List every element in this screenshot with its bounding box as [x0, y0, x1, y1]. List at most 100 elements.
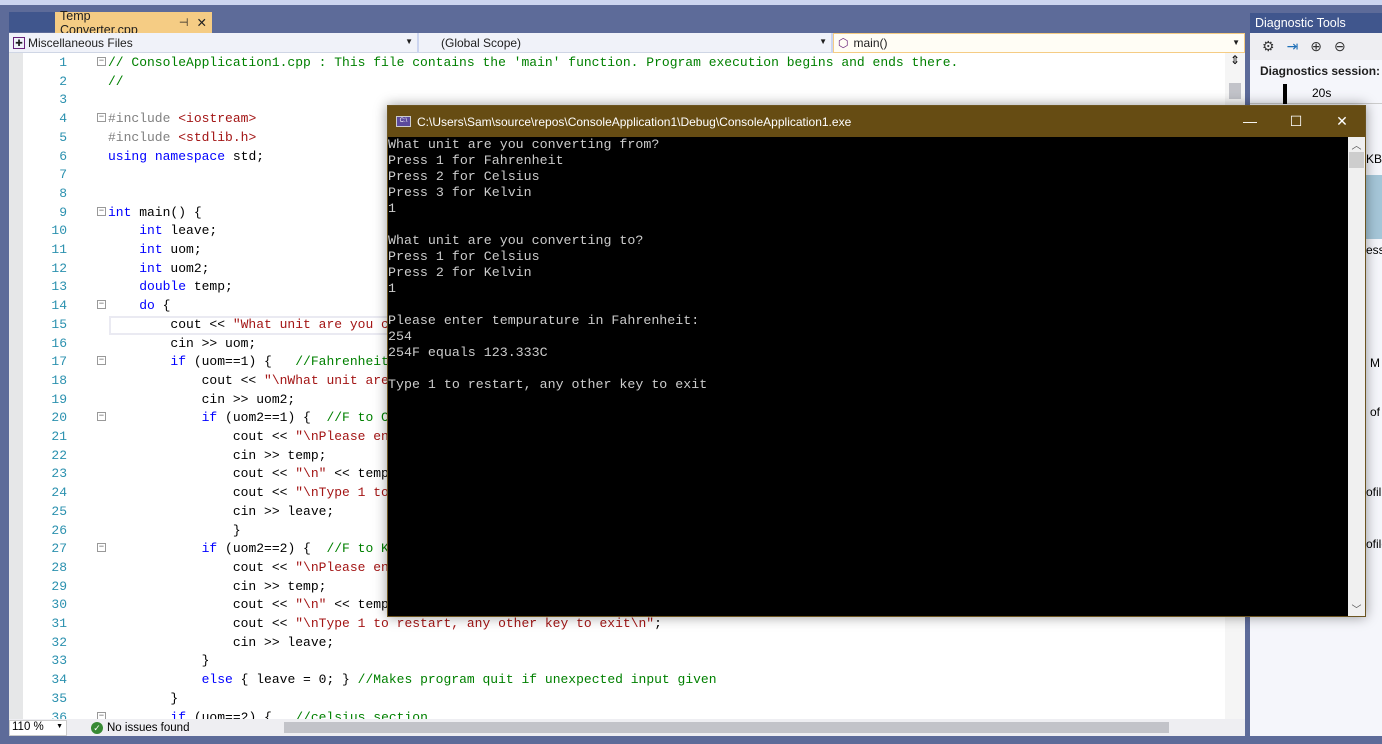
scroll-thumb[interactable] [1229, 83, 1241, 99]
code-text: cout << "\n" << temp [108, 597, 389, 613]
code-text: cout << "\nPlease en [108, 429, 389, 444]
code-text: cin >> leave; [108, 503, 335, 519]
code-line[interactable]: 32 cin >> leave; [9, 633, 1229, 652]
navigation-bar: ✚ Miscellaneous Files ▼ (Global Scope) ▼ ⬡ m… [9, 33, 1245, 53]
line-number: 12 [51, 260, 67, 276]
chevron-up-icon[interactable]: ︿ [1348, 137, 1365, 152]
line-number: 17 [51, 354, 67, 370]
code-line[interactable]: 1 −// ConsoleApplication1.cpp : This file… [9, 53, 1229, 72]
code-text: double temp; [139, 279, 233, 295]
issues-status[interactable]: No issues found [107, 722, 189, 734]
line-number: 32 [51, 634, 67, 650]
collapse-icon[interactable]: − [97, 711, 106, 719]
line-number: 28 [51, 559, 67, 575]
zoom-out-icon[interactable]: ⊖ [1334, 38, 1346, 55]
line-number: 1 [59, 55, 67, 70]
profiler-link[interactable]: ofil [1366, 485, 1381, 499]
zoom-dropdown[interactable]: 110 % ▼ [9, 719, 67, 736]
code-text: else { leave = 0; } //Makes program quit… [201, 672, 717, 688]
memory-label: KB) [1366, 152, 1382, 166]
code-text: cin >> uom; [108, 335, 257, 351]
console-output[interactable]: What unit are you converting from? Press… [388, 137, 1350, 616]
code-text: int uom2; [139, 260, 210, 276]
code-text: using namespace std; [108, 148, 265, 164]
collapse-icon[interactable]: − [97, 206, 106, 216]
code-line[interactable]: 33 } [9, 651, 1229, 670]
project-label: Miscellaneous Files [28, 36, 133, 50]
code-text: if (uom2==1) { //F to C [201, 410, 389, 426]
profiler-link[interactable]: ofile [1366, 537, 1382, 551]
chevron-down-icon[interactable]: ﹀ [1348, 601, 1365, 616]
member-dropdown[interactable]: ⬡ main() ▼ [833, 33, 1245, 53]
code-line[interactable]: 35 } [9, 689, 1229, 708]
line-number: 20 [51, 410, 67, 426]
maximize-button[interactable]: ☐ [1273, 106, 1319, 137]
collapse-icon[interactable]: − [97, 57, 106, 66]
zoom-level: 110 % [12, 720, 44, 733]
method-icon: ⬡ [838, 36, 849, 50]
session-label: Diagnostics session: 32 [1260, 64, 1382, 78]
code-text: cin >> leave; [108, 634, 335, 650]
collapse-icon[interactable]: − [97, 412, 106, 422]
collapse-icon[interactable]: − [97, 300, 106, 310]
code-line[interactable]: 34 else { leave = 0; } //Makes program q… [9, 670, 1229, 689]
horizontal-scrollbar[interactable] [284, 722, 1169, 733]
panel-title: Diagnostic Tools [1250, 13, 1382, 33]
code-text: int uom; [139, 242, 202, 257]
close-button[interactable]: ✕ [1319, 106, 1365, 137]
minimize-button[interactable]: — [1227, 106, 1273, 137]
line-number: 29 [51, 578, 67, 594]
code-text: cout << "\nPlease en [108, 559, 389, 575]
collapse-icon[interactable]: − [97, 543, 106, 553]
line-number: 26 [51, 522, 67, 538]
line-number: 5 [59, 129, 67, 145]
close-icon[interactable]: ✕ [197, 15, 207, 30]
console-icon: C:\ [396, 116, 411, 127]
gear-icon[interactable]: ⚙ [1262, 38, 1275, 55]
line-number: 19 [51, 391, 67, 407]
split-icon[interactable]: ⇕ [1225, 53, 1245, 67]
collapse-icon[interactable]: − [97, 113, 106, 123]
project-dropdown[interactable]: ✚ Miscellaneous Files ▼ [9, 33, 419, 53]
code-text: cout << "What unit are you c [108, 316, 389, 332]
code-text: int leave; [139, 223, 218, 239]
console-scrollbar[interactable]: ︿ ﹀ [1348, 137, 1365, 616]
line-number: 14 [51, 298, 67, 314]
console-window[interactable]: C:\ C:\Users\Sam\source\repos\ConsoleApp… [387, 105, 1366, 617]
line-number: 4 [59, 111, 67, 127]
tab-temp-converter[interactable]: Temp Converter.cpp ⊣ ✕ [55, 9, 212, 37]
zoom-in-icon[interactable]: ⊕ [1310, 38, 1322, 55]
line-number: 31 [51, 616, 67, 631]
code-text: } [108, 653, 210, 669]
memory-graph [1366, 175, 1382, 239]
timeline-label: 20s [1312, 86, 1332, 100]
line-number: 3 [59, 92, 67, 108]
code-text: cout << "\nType 1 to [108, 485, 389, 501]
code-line[interactable]: 2 // [9, 72, 1229, 91]
timeline-marker [1283, 84, 1287, 104]
collapse-icon[interactable]: − [97, 356, 106, 366]
line-number: 18 [51, 372, 67, 388]
line-number: 27 [51, 541, 67, 557]
export-icon[interactable]: ⇥ [1287, 38, 1299, 55]
scope-dropdown[interactable]: (Global Scope) ▼ [419, 33, 833, 53]
console-title-bar[interactable]: C:\ C:\Users\Sam\source\repos\ConsoleApp… [388, 106, 1365, 137]
line-number: 33 [51, 653, 67, 669]
summary-text: of [1370, 405, 1381, 419]
code-text: } [108, 690, 179, 706]
pin-icon[interactable]: ⊣ [179, 16, 189, 29]
code-text: if (uom==2) { //celsius section [170, 709, 428, 720]
scope-label: (Global Scope) [441, 36, 522, 50]
line-number: 11 [51, 242, 67, 257]
code-line[interactable]: 36 − if (uom==2) { //celsius section [9, 708, 1229, 720]
code-text: // [108, 73, 124, 89]
code-text: cin >> temp; [108, 578, 327, 594]
line-number: 35 [51, 690, 67, 706]
tab-well [9, 12, 55, 32]
line-number: 7 [59, 167, 67, 183]
tab-label[interactable]: M [1370, 356, 1380, 370]
line-number: 2 [59, 73, 67, 89]
line-number: 36 [51, 709, 67, 720]
code-text: cout << "\n" << temp [108, 466, 389, 482]
scroll-thumb[interactable] [1349, 152, 1364, 168]
